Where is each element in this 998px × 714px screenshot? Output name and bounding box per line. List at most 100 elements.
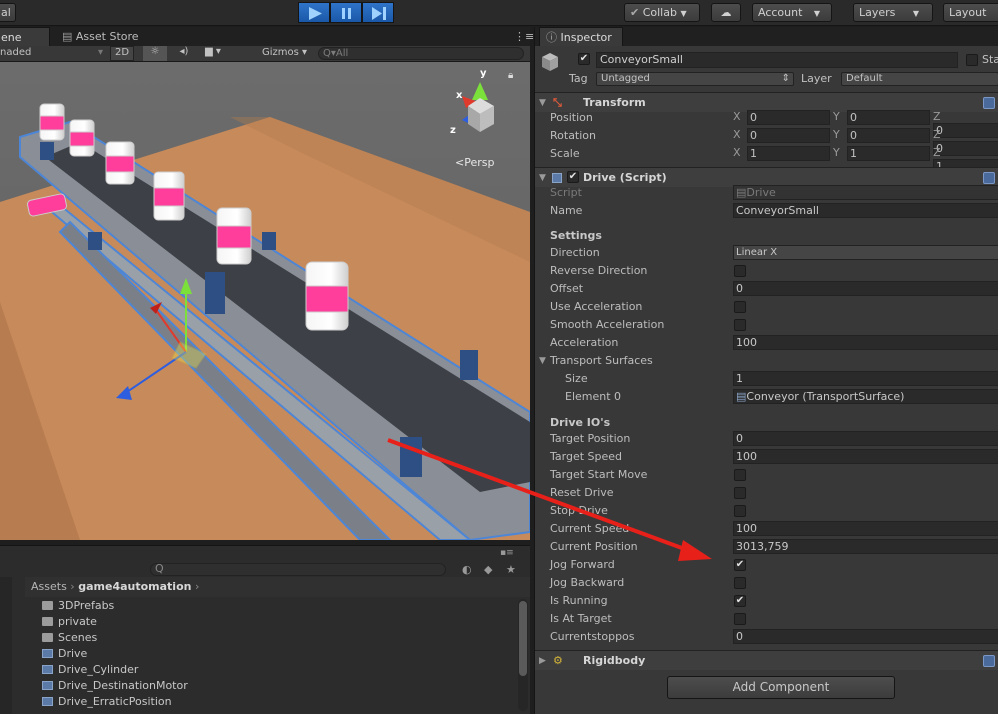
gizmos-dropdown[interactable]: Gizmos ▾: [262, 47, 307, 58]
layer-dropdown[interactable]: Default: [841, 72, 998, 86]
target-speed-label: Target Speed: [550, 450, 623, 463]
surfaces-row[interactable]: ▼ Transport Surfaces: [535, 352, 998, 370]
target-pos-input[interactable]: 0: [733, 431, 998, 446]
filter-label-icon[interactable]: ◆: [484, 563, 492, 576]
project-scrollbar[interactable]: [518, 599, 528, 711]
collab-dropdown[interactable]: ✔ Collab ▼: [624, 3, 700, 22]
use-accel-checkbox[interactable]: [734, 301, 746, 313]
reverse-checkbox[interactable]: [734, 265, 746, 277]
position-y-field[interactable]: Y0: [833, 110, 930, 125]
list-item[interactable]: Scenes: [42, 630, 97, 646]
pause-button[interactable]: [330, 2, 362, 23]
breadcrumb-assets[interactable]: Assets: [31, 580, 67, 593]
help-icon[interactable]: [983, 655, 995, 667]
persp-toggle[interactable]: <Persp: [455, 156, 494, 169]
scale-z-field[interactable]: Z1: [933, 146, 998, 174]
pause-icon: [342, 8, 351, 19]
list-item[interactable]: Drive_Cylinder: [42, 662, 138, 678]
jog-fwd-label: Jog Forward: [550, 558, 615, 571]
tag-dropdown[interactable]: Untagged ⇕: [596, 72, 794, 86]
list-item[interactable]: Drive_ErraticPosition: [42, 694, 172, 710]
breadcrumb-current[interactable]: game4automation: [78, 580, 191, 593]
list-item[interactable]: private: [42, 614, 97, 630]
drive-enabled-checkbox[interactable]: ✔: [567, 171, 579, 183]
collab-check-icon: ✔: [630, 6, 643, 19]
tab-asset-store[interactable]: ▤ Asset Store: [56, 27, 145, 46]
layer-value: Default: [846, 73, 883, 84]
tab-inspector[interactable]: ⓘ Inspector: [539, 27, 623, 46]
stoppos-input[interactable]: 0: [733, 629, 998, 644]
list-item[interactable]: Drive_DestinationMotor: [42, 678, 188, 694]
chevron-down-icon: ▼: [912, 9, 920, 18]
help-icon[interactable]: [983, 97, 995, 109]
size-input[interactable]: 1: [733, 371, 998, 386]
scene-search-input[interactable]: Q▾All: [318, 47, 524, 60]
smooth-accel-label: Smooth Acceleration: [550, 318, 665, 331]
smooth-accel-checkbox[interactable]: [734, 319, 746, 331]
tab-scene[interactable]: ene: [0, 27, 50, 46]
shading-mode-dropdown[interactable]: naded: [0, 47, 31, 58]
account-dropdown[interactable]: Account ▼: [752, 3, 832, 22]
object-name-input[interactable]: ConveyorSmall: [596, 52, 958, 68]
rotation-z-field[interactable]: Z0: [933, 128, 998, 156]
filter-type-icon[interactable]: ◐: [462, 563, 472, 576]
target-start-row: Target Start Move: [535, 466, 998, 484]
list-item-label: Drive_ErraticPosition: [58, 695, 172, 708]
element0-field[interactable]: ▤Conveyor (TransportSurface): [733, 389, 998, 404]
persp-label: Persp: [464, 156, 495, 169]
effects-dropdown-icon[interactable]: ▆ ▾: [198, 46, 228, 57]
jog-fwd-checkbox[interactable]: ✔: [734, 559, 746, 571]
current-speed-input[interactable]: 100: [733, 521, 998, 536]
tab-scene-label: ene: [1, 31, 22, 44]
rotation-x-field[interactable]: X0: [733, 128, 830, 143]
target-speed-input[interactable]: 100: [733, 449, 998, 464]
scale-y-field[interactable]: Y1: [833, 146, 930, 161]
stop-checkbox[interactable]: [734, 505, 746, 517]
lock-icon[interactable]: ▪≡: [500, 548, 514, 558]
reset-checkbox[interactable]: [734, 487, 746, 499]
target-start-checkbox[interactable]: [734, 469, 746, 481]
scene-viewport[interactable]: y x z 🔒︎ <Persp: [0, 62, 530, 540]
rotation-y-field[interactable]: Y0: [833, 128, 930, 143]
list-item-label: Drive_DestinationMotor: [58, 679, 188, 692]
static-checkbox[interactable]: [966, 54, 978, 66]
tag-value: Untagged: [601, 73, 650, 84]
folder-tree-strip[interactable]: [0, 577, 12, 714]
list-item-label: Drive_Cylinder: [58, 663, 139, 676]
offset-input[interactable]: 0: [733, 281, 998, 296]
audio-toggle-icon[interactable]: ◂): [173, 46, 195, 57]
layout-dropdown[interactable]: Layout: [943, 3, 998, 22]
2d-toggle-button[interactable]: 2D: [110, 46, 134, 61]
help-icon[interactable]: [983, 172, 995, 184]
play-button[interactable]: [298, 2, 330, 23]
project-search-input[interactable]: Q: [150, 562, 446, 576]
position-z-field[interactable]: Z0: [933, 110, 998, 138]
favorites-icon[interactable]: ★: [506, 563, 516, 576]
cloud-button[interactable]: ☁: [711, 3, 741, 22]
accel-input[interactable]: 100: [733, 335, 998, 350]
toolbar-left-button[interactable]: al: [0, 3, 16, 22]
current-pos-input[interactable]: 3013,759: [733, 539, 998, 554]
step-button[interactable]: [362, 2, 394, 23]
at-target-checkbox[interactable]: [734, 613, 746, 625]
jog-back-checkbox[interactable]: [734, 577, 746, 589]
layer-label: Layer: [801, 72, 832, 85]
layers-dropdown[interactable]: Layers ▼: [853, 3, 933, 22]
lighting-toggle-icon[interactable]: ☼: [143, 46, 167, 61]
active-checkbox[interactable]: ✔: [578, 53, 590, 65]
axis-y-label: y: [480, 68, 487, 79]
direction-dropdown[interactable]: Linear X: [733, 245, 998, 260]
name-input[interactable]: ConveyorSmall: [733, 203, 998, 218]
list-item[interactable]: Drive: [42, 646, 87, 662]
scale-x-field[interactable]: X1: [733, 146, 830, 161]
running-checkbox[interactable]: ✔: [734, 595, 746, 607]
add-component-button[interactable]: Add Component: [667, 676, 895, 699]
target-pos-label: Target Position: [550, 432, 631, 445]
position-label: Position: [550, 111, 593, 124]
rigidbody-header[interactable]: ▶ ⚙ Rigidbody: [535, 650, 998, 670]
project-browser: Assets › game4automation › 3DPrefabs pri…: [0, 577, 530, 714]
position-x-field[interactable]: X0: [733, 110, 830, 125]
running-label: Is Running: [550, 594, 608, 607]
lock-icon[interactable]: 🔒︎: [508, 70, 513, 81]
list-item[interactable]: 3DPrefabs: [42, 598, 114, 614]
